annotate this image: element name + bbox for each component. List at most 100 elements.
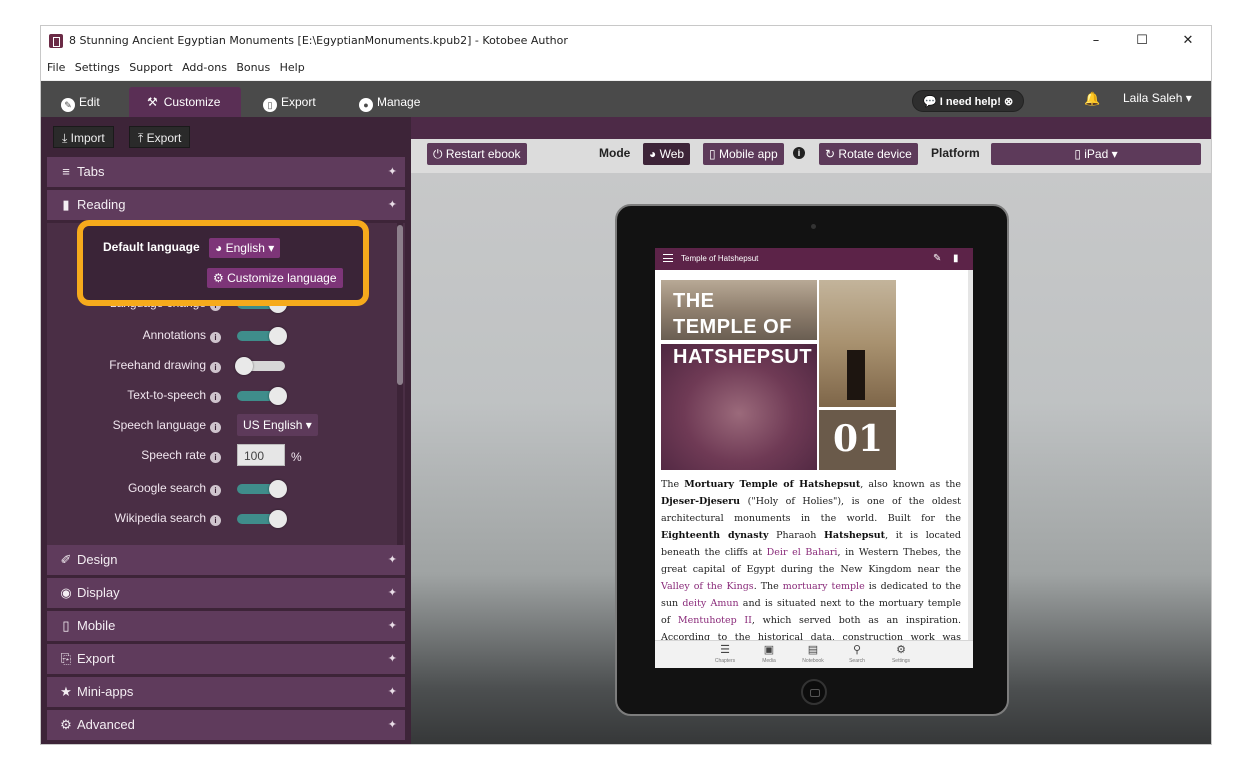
toggle-knob <box>269 327 287 345</box>
customize-language-button[interactable]: ⚙ Customize language <box>207 268 343 288</box>
speech-language-label: Speech language i <box>47 418 221 433</box>
pin-icon[interactable]: ✦ <box>388 545 397 575</box>
power-icon: ⏻ <box>433 147 443 161</box>
nav-settings-label: Settings <box>891 658 911 664</box>
section-mobile[interactable]: ▯ Mobile ✦ <box>47 611 405 641</box>
minimize-button[interactable]: – <box>1073 26 1119 56</box>
toggle-knob <box>269 480 287 498</box>
doorway <box>847 350 865 400</box>
info-icon[interactable]: i <box>210 452 221 463</box>
section-display-label: Display <box>77 585 120 600</box>
section-miniapps[interactable]: ★ Mini-apps ✦ <box>47 677 405 707</box>
annotations-toggle[interactable] <box>237 327 287 345</box>
section-reading[interactable]: ▮ Reading ✦ <box>47 190 405 220</box>
home-button[interactable] <box>801 679 827 705</box>
bookmark-icon[interactable]: ▮ <box>953 248 959 270</box>
menu-support[interactable]: Support <box>129 56 172 80</box>
google-search-toggle[interactable] <box>237 480 287 498</box>
menu-addons[interactable]: Add-ons <box>182 56 227 80</box>
gear-icon: ⚙ <box>896 644 906 656</box>
web-mode-button[interactable]: ◕ Web <box>643 143 691 165</box>
user-menu[interactable]: Laila Saleh ▾ <box>1123 91 1192 105</box>
ebook-bottom-nav: ☰ Chapters ▣ Media ▤ Notebook ⚲ Search ⚙ Sett… <box>655 640 973 668</box>
camera-dot <box>811 224 816 229</box>
tab-export[interactable]: ▯ Export <box>253 87 326 117</box>
info-icon[interactable]: i <box>210 485 221 496</box>
mode-label: Mode <box>599 146 631 160</box>
tts-toggle[interactable] <box>237 387 287 405</box>
rotate-device-button[interactable]: ↻ Rotate device <box>819 143 918 165</box>
default-language-highlight: Default language ◕ English ▾ ⚙ Customize… <box>77 220 369 306</box>
edit-note-icon[interactable]: ✎ <box>933 248 941 270</box>
hamburger-icon[interactable] <box>663 254 673 262</box>
menu-help[interactable]: Help <box>280 56 305 80</box>
globe-icon: ◕ <box>649 147 657 161</box>
wikipedia-search-toggle[interactable] <box>237 510 287 528</box>
default-language-label: Default language <box>103 240 200 254</box>
import-icon: ⤓ <box>62 131 68 145</box>
pin-icon[interactable]: ✦ <box>388 710 397 740</box>
customize-language-label: Customize language <box>227 271 337 285</box>
tab-edit[interactable]: ✎ Edit <box>51 87 110 117</box>
panel-scroll-thumb[interactable] <box>397 225 403 385</box>
nav-settings[interactable]: ⚙ Settings <box>881 643 921 664</box>
tab-customize-label: Customize <box>163 95 221 109</box>
wrench-icon: ⚒ <box>147 95 158 109</box>
freehand-toggle[interactable] <box>235 357 285 375</box>
globe-icon: ◕ <box>215 241 223 255</box>
tab-customize[interactable]: ⚒ Customize <box>129 87 241 117</box>
nav-chapters[interactable]: ☰ Chapters <box>705 643 745 664</box>
pin-icon[interactable]: ✦ <box>388 190 397 220</box>
export-settings-button[interactable]: ⤒ Export <box>129 126 191 148</box>
ebook-scrollbar[interactable] <box>968 270 973 640</box>
tablet-frame: Temple of Hatshepsut ✎ ▮ 01 THE TEMPLE O… <box>615 204 1009 716</box>
import-button[interactable]: ⤓ Import <box>53 126 114 148</box>
info-icon[interactable]: i <box>210 332 221 343</box>
bell-icon[interactable]: 🔔 <box>1084 91 1100 107</box>
gear-icon: ⚙ <box>60 717 72 732</box>
ebook-chapter-title: Temple of Hatshepsut <box>681 254 759 263</box>
section-export[interactable]: ⎘ Export ✦ <box>47 644 405 674</box>
tab-manage[interactable]: ● Manage <box>349 87 430 117</box>
speech-rate-input[interactable]: 100 <box>237 444 285 466</box>
bookmark-icon: ▮ <box>62 197 70 212</box>
pin-icon[interactable]: ✦ <box>388 611 397 641</box>
nav-media[interactable]: ▣ Media <box>749 643 789 664</box>
speech-language-dropdown[interactable]: US English ▾ <box>237 414 318 436</box>
section-design[interactable]: ✐ Design ✦ <box>47 545 405 575</box>
mobile-app-label: Mobile app <box>718 147 778 161</box>
section-display[interactable]: ◉ Display ✦ <box>47 578 405 608</box>
platform-dropdown[interactable]: ▯ iPad ▾ <box>991 143 1201 165</box>
search-icon: ⚲ <box>852 644 862 656</box>
info-icon[interactable]: i <box>210 392 221 403</box>
mobile-icon: ▯ <box>709 147 716 161</box>
help-label: I need help! <box>939 96 1001 108</box>
pin-icon[interactable]: ✦ <box>388 578 397 608</box>
info-icon[interactable]: i <box>210 422 221 433</box>
pin-icon[interactable]: ✦ <box>388 157 397 187</box>
menu-bonus[interactable]: Bonus <box>236 56 270 80</box>
section-advanced[interactable]: ⚙ Advanced ✦ <box>47 710 405 740</box>
language-dropdown[interactable]: ◕ English ▾ <box>209 238 281 258</box>
nav-search[interactable]: ⚲ Search <box>837 643 877 664</box>
nav-notebook[interactable]: ▤ Notebook <box>793 643 833 664</box>
speech-rate-unit: % <box>291 450 302 464</box>
pdf-icon: ⎘ <box>60 651 72 666</box>
help-button[interactable]: 💬 I need help! ⊗ <box>912 90 1025 112</box>
restart-ebook-button[interactable]: ⏻ Restart ebook <box>427 143 527 165</box>
pin-icon[interactable]: ✦ <box>388 644 397 674</box>
star-icon: ★ <box>60 684 72 699</box>
info-icon[interactable]: i <box>793 147 805 159</box>
maximize-button[interactable]: ☐ <box>1119 26 1165 56</box>
pin-icon[interactable]: ✦ <box>388 677 397 707</box>
section-tabs[interactable]: ≡ Tabs ✦ <box>47 157 405 187</box>
mobile-app-mode-button[interactable]: ▯ Mobile app <box>703 143 784 165</box>
nav-search-label: Search <box>849 658 865 664</box>
menu-file[interactable]: File <box>47 56 65 80</box>
info-icon[interactable]: i <box>210 515 221 526</box>
close-button[interactable]: ✕ <box>1165 26 1211 56</box>
app-window: 8 Stunning Ancient Egyptian Monuments [E… <box>40 25 1212 745</box>
menu-settings[interactable]: Settings <box>75 56 120 80</box>
info-icon[interactable]: i <box>210 362 221 373</box>
cover-line-2: TEMPLE OF <box>673 316 792 338</box>
